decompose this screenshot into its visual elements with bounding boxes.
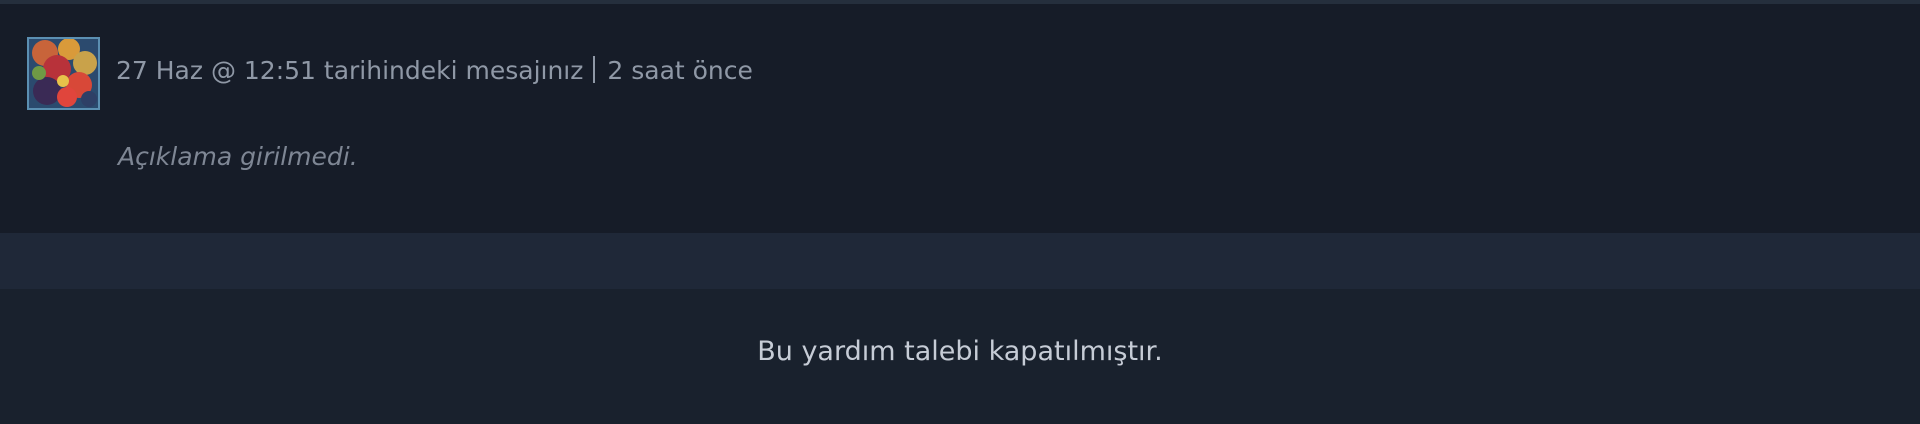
support-ticket-page: 27 Haz @ 12:51 tarihindeki mesajınız 2 sa… — [0, 0, 1920, 424]
avatar-image — [29, 39, 98, 108]
message-card: 27 Haz @ 12:51 tarihindeki mesajınız 2 sa… — [0, 4, 1920, 233]
meta-separator — [593, 56, 596, 83]
message-description: Açıklama girilmedi. — [118, 142, 358, 171]
message-relative-time: 2 saat önce — [607, 56, 753, 85]
message-date: 27 Haz @ 12:51 tarihindeki mesajınız — [116, 56, 584, 85]
section-divider — [0, 233, 1920, 289]
user-avatar[interactable] — [27, 37, 100, 110]
message-meta: 27 Haz @ 12:51 tarihindeki mesajınız 2 sa… — [116, 56, 753, 86]
ticket-closed-notice: Bu yardım talebi kapatılmıştır. — [757, 336, 1163, 367]
